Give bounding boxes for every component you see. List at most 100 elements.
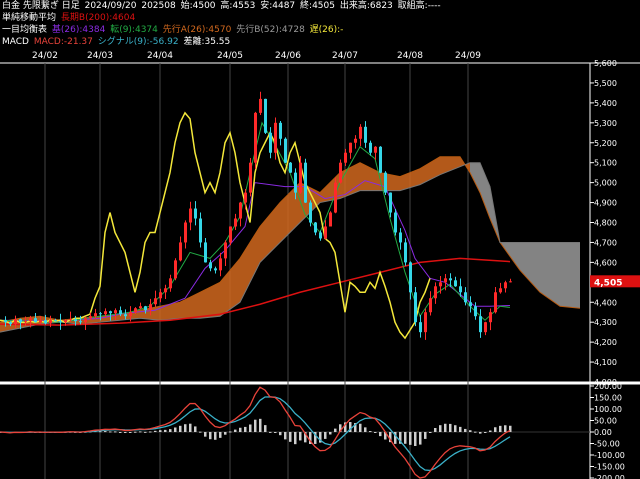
macd-histogram-bar bbox=[254, 419, 257, 432]
macd-histogram-bar bbox=[159, 430, 162, 432]
macd-histogram-bar bbox=[239, 427, 242, 432]
macd-histogram-bar bbox=[329, 432, 332, 435]
x-tick-label: 24/04 bbox=[147, 51, 173, 61]
y-axis-macd: 200.00 150.00 100.00 50.00 0.00 -50.00 -100.00… bbox=[590, 382, 625, 479]
y-axis-price: 5,600 5,500 5,400 5,300 5,200 5,100 5,000 4,900… bbox=[590, 59, 617, 387]
macd-histogram-bar bbox=[229, 431, 232, 433]
macd-histogram-bar bbox=[419, 432, 422, 445]
macd-histogram-bar bbox=[444, 423, 447, 432]
candle-body bbox=[469, 302, 472, 307]
candle-body bbox=[284, 138, 287, 163]
macd-tick-label: 100.00 bbox=[594, 405, 622, 414]
candle-body bbox=[64, 320, 67, 323]
y-tick-label: 4,300 bbox=[594, 318, 617, 327]
cloud-segment bbox=[160, 302, 180, 321]
macd-histogram-bar bbox=[219, 432, 222, 438]
candle-body bbox=[399, 232, 402, 243]
candle-body bbox=[349, 142, 352, 153]
macd-histogram-bar bbox=[494, 427, 497, 432]
candle-body bbox=[359, 126, 362, 139]
x-tick-label: 24/08 bbox=[397, 51, 423, 61]
macd-histogram-bar bbox=[409, 432, 412, 445]
cloud-segment bbox=[420, 156, 440, 185]
candle-body bbox=[94, 313, 97, 317]
candle-body bbox=[434, 286, 437, 299]
candle-body bbox=[439, 282, 442, 287]
candle-body bbox=[49, 320, 52, 324]
candle-body bbox=[134, 308, 137, 313]
macd-histogram-bar bbox=[124, 432, 127, 433]
candle-body bbox=[174, 260, 177, 279]
candle-body bbox=[104, 311, 107, 315]
y-tick-label: 4,400 bbox=[594, 298, 617, 307]
candle-body bbox=[329, 212, 332, 227]
candle-body bbox=[209, 262, 212, 269]
cloud-segment bbox=[440, 156, 460, 175]
macd-histogram-bar bbox=[264, 425, 267, 432]
macd-histogram-bar bbox=[424, 432, 427, 439]
candle-body bbox=[89, 316, 92, 319]
macd-histogram-bar bbox=[189, 423, 192, 432]
macd-histogram-bar bbox=[474, 431, 477, 433]
candle-body bbox=[309, 202, 312, 223]
candle-body bbox=[114, 310, 117, 314]
candle-body bbox=[129, 312, 132, 317]
candle-body bbox=[259, 98, 262, 113]
x-axis: 24/02 24/03 24/04 24/05 24/06 24/07 24/08 24/09 bbox=[32, 51, 481, 61]
macd-histogram-bar bbox=[404, 432, 407, 444]
candle-body bbox=[34, 318, 37, 323]
candle-body bbox=[344, 152, 347, 163]
last-price-label: 4,505 bbox=[594, 278, 622, 288]
macd-tick-label: -50.00 bbox=[594, 440, 620, 449]
macd-histogram-bar bbox=[199, 431, 202, 433]
macd-histogram-bar bbox=[154, 430, 157, 432]
macd-histogram-bar bbox=[374, 432, 377, 433]
candle-body bbox=[409, 262, 412, 293]
candle-body bbox=[99, 313, 102, 315]
macd-histogram-bar bbox=[209, 432, 212, 440]
candle-body bbox=[334, 182, 337, 213]
y-tick-label: 5,200 bbox=[594, 139, 617, 148]
candle-body bbox=[419, 322, 422, 333]
macd-histogram-bar bbox=[294, 432, 297, 445]
candle-body bbox=[389, 192, 392, 213]
candle-body bbox=[59, 321, 62, 323]
y-tick-label: 5,000 bbox=[594, 179, 617, 188]
macd-histogram-bar bbox=[214, 432, 217, 440]
macd-histogram-bar bbox=[139, 431, 142, 433]
candle-body bbox=[379, 146, 382, 173]
candle-body bbox=[264, 98, 267, 133]
signal-line bbox=[0, 396, 511, 472]
candle-body bbox=[144, 306, 147, 311]
macd-histogram-bar bbox=[244, 426, 247, 432]
candle-body bbox=[459, 286, 462, 293]
macd-histogram-bar bbox=[204, 432, 207, 437]
macd-tick-label: -150.00 bbox=[594, 463, 625, 472]
candle-body bbox=[394, 212, 397, 233]
candle-body bbox=[424, 312, 427, 333]
macd-histogram-bar bbox=[249, 424, 252, 432]
cloud-segment bbox=[180, 292, 200, 319]
chart-canvas[interactable]: 24/02 24/03 24/04 24/05 24/06 24/07 24/08 24/09… bbox=[0, 0, 640, 479]
y-tick-label: 5,300 bbox=[594, 119, 617, 128]
candle-body bbox=[414, 292, 417, 323]
candle-body bbox=[319, 232, 322, 239]
cloud-segment bbox=[470, 162, 480, 193]
candle-body bbox=[314, 222, 317, 233]
macd-histogram-bar bbox=[274, 432, 277, 433]
candle-body bbox=[239, 202, 242, 219]
candle-body bbox=[159, 292, 162, 299]
x-tick-label: 24/02 bbox=[32, 51, 58, 61]
macd-histogram-bar bbox=[489, 430, 492, 432]
candle-body bbox=[369, 142, 372, 153]
candle-body bbox=[484, 322, 487, 333]
candle-body bbox=[474, 306, 477, 317]
y-tick-label: 4,100 bbox=[594, 358, 617, 367]
macd-tick-label: -200.00 bbox=[594, 474, 625, 479]
macd-histogram-bar bbox=[459, 426, 462, 432]
candle-body bbox=[299, 162, 302, 193]
candle-body bbox=[84, 318, 87, 323]
candle-body bbox=[44, 320, 47, 324]
candle-body bbox=[384, 172, 387, 193]
macd-histogram-bar bbox=[479, 432, 482, 434]
